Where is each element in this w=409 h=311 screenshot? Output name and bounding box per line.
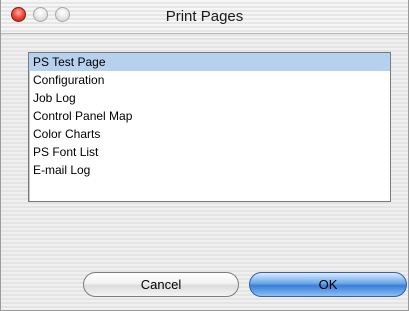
print-pages-list[interactable]: PS Test Page Configuration Job Log Contr… <box>28 52 391 202</box>
list-item-color-charts[interactable]: Color Charts <box>29 125 390 143</box>
print-pages-dialog: Print Pages PS Test Page Configuration J… <box>0 0 409 311</box>
list-item-configuration[interactable]: Configuration <box>29 71 390 89</box>
title-bar[interactable]: Print Pages <box>1 0 408 34</box>
list-item-email-log[interactable]: E-mail Log <box>29 161 390 179</box>
list-item-job-log[interactable]: Job Log <box>29 89 390 107</box>
ok-button[interactable]: OK <box>249 272 407 297</box>
window-title: Print Pages <box>165 8 244 25</box>
list-item-ps-test-page[interactable]: PS Test Page <box>29 53 390 71</box>
list-item-control-panel-map[interactable]: Control Panel Map <box>29 107 390 125</box>
list-item-ps-font-list[interactable]: PS Font List <box>29 143 390 161</box>
cancel-button[interactable]: Cancel <box>83 272 239 297</box>
